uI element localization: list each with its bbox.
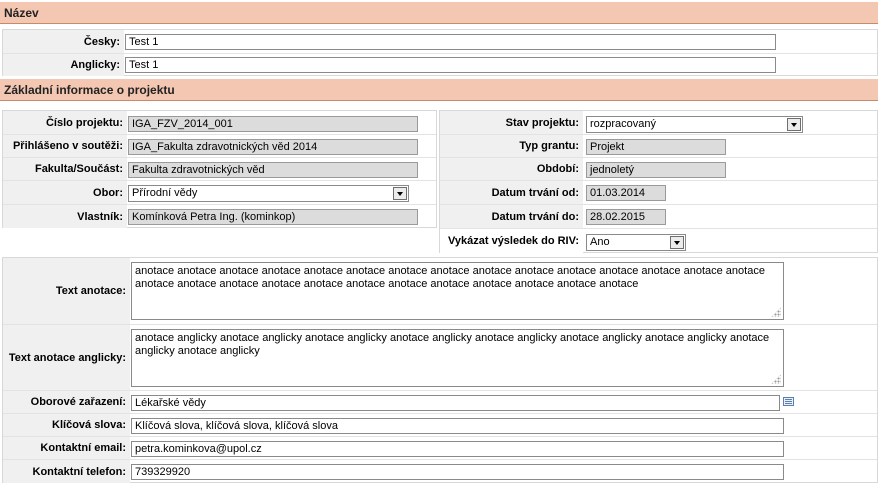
owner-label: Vlastník: xyxy=(3,205,127,228)
phone-row: Kontaktní telefon: 739329920 xyxy=(3,459,877,483)
annotation-textarea[interactable]: anotace anotace anotace anotace anotace … xyxy=(131,262,784,320)
faculty-label: Fakulta/Součást: xyxy=(3,158,127,180)
grant-type-field: Projekt xyxy=(586,139,726,155)
phone-input[interactable]: 739329920 xyxy=(131,464,784,480)
field-select[interactable]: Přírodní vědy xyxy=(128,185,409,202)
riv-select-value: Ano xyxy=(590,236,610,248)
competition-field: IGA_Fakulta zdravotnických věd 2014 xyxy=(128,139,418,155)
name-en-input[interactable]: Test 1 xyxy=(125,57,776,73)
resize-grip-icon[interactable] xyxy=(771,307,781,317)
classification-row: Oborové zařazení: Lékařské vědy xyxy=(3,390,877,413)
faculty-row: Fakulta/Součást: Fakulta zdravotnických … xyxy=(3,157,436,180)
annotation-en-textarea[interactable]: anotace anglicky anotace anglicky anotac… xyxy=(131,329,784,387)
name-section-header: Název xyxy=(0,2,878,24)
status-select-value: rozpracovaný xyxy=(590,118,657,130)
date-from-field: 01.03.2014 xyxy=(586,185,666,201)
riv-label: Vykázat výsledek do RIV: xyxy=(440,229,583,253)
date-from-row: Datum trvání od: 01.03.2014 xyxy=(440,180,877,204)
riv-select[interactable]: Ano xyxy=(586,234,686,251)
annotation-label: Text anotace: xyxy=(3,258,130,324)
basic-info-section-title: Základní informace o projektu xyxy=(4,83,175,97)
period-row: Období: jednoletý xyxy=(440,157,877,180)
annotation-row: Text anotace: anotace anotace anotace an… xyxy=(3,258,877,324)
field-row: Obor: Přírodní vědy xyxy=(3,180,436,204)
name-en-label: Anglicky: xyxy=(3,54,124,76)
grant-type-label: Typ grantu: xyxy=(440,135,583,157)
competition-row: Přihlášeno v soutěži: IGA_Fakulta zdravo… xyxy=(3,134,436,157)
status-label: Stav projektu: xyxy=(440,111,583,134)
keywords-label: Klíčová slova: xyxy=(3,414,130,436)
annotation-text: anotace anotace anotace anotace anotace … xyxy=(135,265,765,290)
chevron-down-icon[interactable] xyxy=(787,118,801,131)
name-en-row: Anglicky: Test 1 xyxy=(3,53,877,76)
annotation-en-text: anotace anglicky anotace anglicky anotac… xyxy=(135,332,770,357)
resize-grip-icon[interactable] xyxy=(771,374,781,384)
grant-type-row: Typ grantu: Projekt xyxy=(440,134,877,157)
classification-label: Oborové zařazení: xyxy=(3,391,130,413)
annotation-en-row: Text anotace anglicky: anotace anglicky … xyxy=(3,324,877,390)
faculty-field: Fakulta zdravotnických věd xyxy=(128,162,418,178)
chevron-down-icon[interactable] xyxy=(670,236,684,249)
keywords-row: Klíčová slova: Klíčová slova, klíčová sl… xyxy=(3,413,877,436)
date-to-label: Datum trvání do: xyxy=(440,205,583,228)
name-cz-label: Česky: xyxy=(3,30,124,53)
project-number-label: Číslo projektu: xyxy=(3,111,127,134)
status-row: Stav projektu: rozpracovaný xyxy=(440,111,877,134)
name-panel: Česky: Test 1 Anglicky: Test 1 xyxy=(2,29,878,76)
project-number-row: Číslo projektu: IGA_FZV_2014_001 xyxy=(3,111,436,134)
status-select[interactable]: rozpracovaný xyxy=(586,116,803,133)
email-row: Kontaktní email: petra.kominkova@upol.cz xyxy=(3,436,877,459)
date-to-field: 28.02.2015 xyxy=(586,209,666,225)
competition-label: Přihlášeno v soutěži: xyxy=(3,135,127,157)
phone-label: Kontaktní telefon: xyxy=(3,460,130,483)
project-details-panel: Text anotace: anotace anotace anotace an… xyxy=(2,257,878,483)
project-info-left-panel: Číslo projektu: IGA_FZV_2014_001 Přihláš… xyxy=(2,110,437,228)
name-cz-input[interactable]: Test 1 xyxy=(125,34,776,50)
project-number-field: IGA_FZV_2014_001 xyxy=(128,116,418,132)
date-from-label: Datum trvání od: xyxy=(440,181,583,204)
chevron-down-icon[interactable] xyxy=(393,187,407,200)
owner-field: Komínková Petra Ing. (kominkop) xyxy=(128,209,418,225)
date-to-row: Datum trvání do: 28.02.2015 xyxy=(440,204,877,228)
name-section-title: Název xyxy=(4,6,39,20)
email-input[interactable]: petra.kominkova@upol.cz xyxy=(131,441,784,457)
list-picker-icon[interactable] xyxy=(783,397,794,406)
classification-input[interactable]: Lékařské vědy xyxy=(131,395,780,411)
basic-info-section-header: Základní informace o projektu xyxy=(0,79,878,101)
project-info-right-panel: Stav projektu: rozpracovaný Typ grantu: … xyxy=(439,110,878,253)
field-label: Obor: xyxy=(3,181,127,204)
name-cz-row: Česky: Test 1 xyxy=(3,30,877,53)
keywords-input[interactable]: Klíčová slova, klíčová slova, klíčová sl… xyxy=(131,418,784,434)
email-label: Kontaktní email: xyxy=(3,437,130,459)
field-select-value: Přírodní vědy xyxy=(132,187,198,199)
riv-row: Vykázat výsledek do RIV: Ano xyxy=(440,228,877,253)
period-field: jednoletý xyxy=(586,162,726,178)
owner-row: Vlastník: Komínková Petra Ing. (kominkop… xyxy=(3,204,436,228)
annotation-en-label: Text anotace anglicky: xyxy=(3,325,130,390)
period-label: Období: xyxy=(440,158,583,180)
